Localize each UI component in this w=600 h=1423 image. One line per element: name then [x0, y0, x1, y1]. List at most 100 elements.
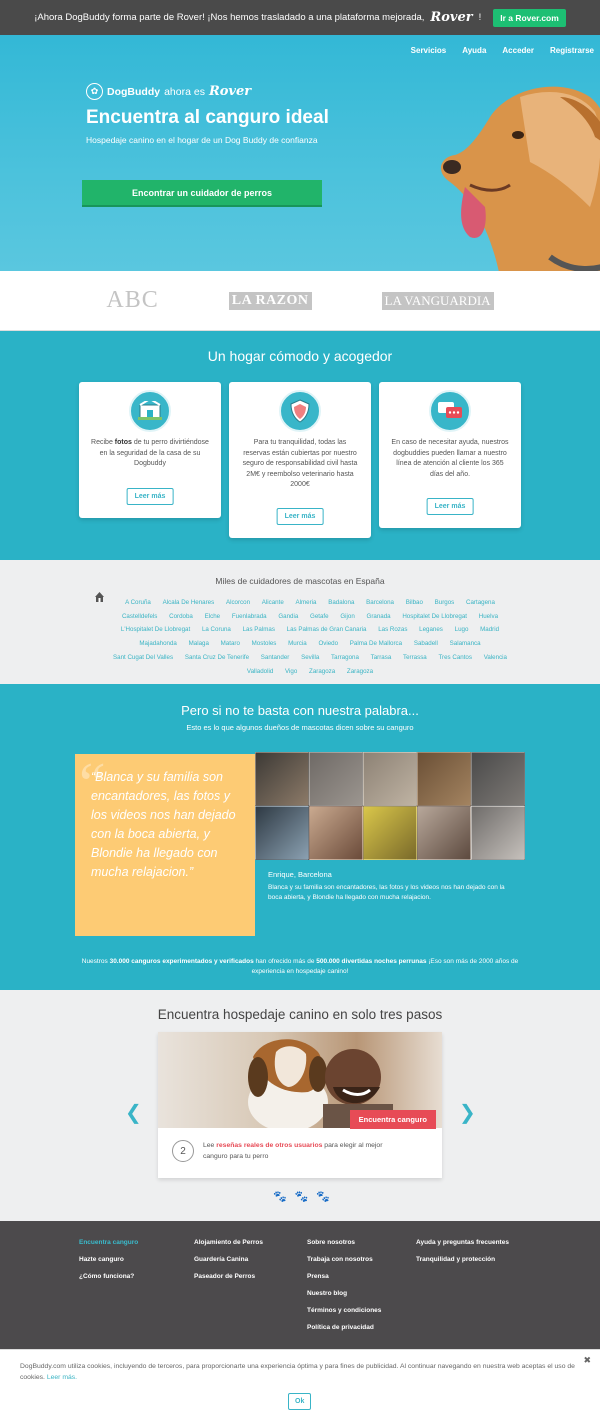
city-link[interactable]: Santa Cruz De Tenerife [185, 654, 249, 661]
city-link[interactable]: Las Palmas de Gran Canaria [287, 626, 367, 633]
city-link[interactable]: Salamanca [450, 640, 481, 647]
nav-acceder[interactable]: Acceder [502, 46, 534, 55]
footer-link-boarding[interactable]: Alojamiento de Perros [194, 1239, 263, 1256]
city-link[interactable]: Castelldefels [122, 613, 157, 620]
nav-registrarse[interactable]: Registrarse [550, 46, 594, 55]
brand-name: DogBuddy [107, 85, 161, 98]
city-link[interactable]: Vigo [285, 668, 297, 675]
city-link[interactable]: Malaga [189, 640, 209, 647]
city-link[interactable]: Alcorcon [226, 599, 250, 606]
feature-text-insurance: Para tu tranquilidad, todas las reservas… [242, 439, 358, 488]
city-link[interactable]: Lugo [455, 626, 469, 633]
paw-dot-icon[interactable]: 🐾 [316, 1190, 330, 1203]
city-link[interactable]: Gijon [340, 613, 354, 620]
customer-photo[interactable] [417, 806, 471, 860]
city-link[interactable]: Alicante [262, 599, 284, 606]
close-icon[interactable]: ✖ [583, 1355, 591, 1366]
customer-photo[interactable] [363, 752, 417, 806]
footer-link-terms[interactable]: Términos y condiciones [307, 1307, 381, 1324]
notice-text: ¡Ahora DogBuddy forma parte de Rover! ¡N… [34, 12, 425, 23]
city-link[interactable]: Murcia [288, 640, 307, 647]
customer-photo[interactable] [471, 806, 525, 860]
dogbuddy-logo-icon: ✿ [86, 83, 103, 100]
customer-photo[interactable] [309, 752, 363, 806]
footer-link-blog[interactable]: Nuestro blog [307, 1290, 381, 1307]
city-link[interactable]: Fuenlabrada [232, 613, 267, 620]
city-link[interactable]: Mostoles [252, 640, 277, 647]
city-link[interactable]: Zaragoza [309, 668, 335, 675]
city-link[interactable]: Gandia [278, 613, 298, 620]
paw-dot-active-icon[interactable]: 🐾 [295, 1190, 309, 1203]
brand-logo[interactable]: ✿ DogBuddy ahora es Rover [86, 83, 251, 100]
city-link[interactable]: Almeria [296, 599, 317, 606]
footer-link-become[interactable]: Hazte canguro [79, 1256, 138, 1273]
footer-link-about[interactable]: Sobre nosotros [307, 1239, 381, 1256]
city-link[interactable]: Granada [367, 613, 391, 620]
city-link[interactable]: Valladolid [247, 668, 273, 675]
city-link[interactable]: Sant Cugat Del Valles [113, 654, 173, 661]
notice-suffix: ! [478, 12, 482, 23]
city-link[interactable]: La Coruna [202, 626, 231, 633]
find-sitter-button[interactable]: Encontrar un cuidador de perros [82, 180, 322, 207]
customer-photo[interactable] [471, 752, 525, 806]
read-more-button[interactable]: Leer más [126, 488, 174, 505]
customer-photo[interactable] [417, 752, 471, 806]
customer-photo[interactable] [255, 752, 309, 806]
read-more-button[interactable]: Leer más [276, 508, 324, 525]
city-link[interactable]: Huelva [479, 613, 498, 620]
footer-link-daycare[interactable]: Guardería Canina [194, 1256, 263, 1273]
city-link[interactable]: Elche [205, 613, 220, 620]
cookie-ok-button[interactable]: Ok [288, 1393, 312, 1410]
city-link[interactable]: Valencia [484, 654, 507, 661]
top-nav: Servicios Ayuda Acceder Registrarse [411, 46, 594, 55]
carousel-next-arrow[interactable]: ❯ [459, 1100, 476, 1125]
city-link[interactable]: Sevilla [301, 654, 319, 661]
customer-photo[interactable] [255, 806, 309, 860]
paw-dot-icon[interactable]: 🐾 [273, 1190, 287, 1203]
carousel-prev-arrow[interactable]: ❮ [125, 1100, 142, 1125]
city-link[interactable]: Cordoba [169, 613, 193, 620]
city-link[interactable]: Palma De Mallorca [350, 640, 402, 647]
city-link[interactable]: Las Rozas [378, 626, 407, 633]
city-link[interactable]: Barcelona [366, 599, 394, 606]
go-to-rover-button[interactable]: Ir a Rover.com [493, 8, 566, 27]
city-link[interactable]: Tarrasa [371, 654, 392, 661]
city-link[interactable]: Leganes [419, 626, 443, 633]
read-more-button[interactable]: Leer más [426, 498, 474, 515]
city-link[interactable]: Zaragoza [347, 668, 373, 675]
footer-link-press[interactable]: Prensa [307, 1273, 381, 1290]
nav-ayuda[interactable]: Ayuda [462, 46, 486, 55]
city-link[interactable]: Las Palmas [243, 626, 275, 633]
footer-link-protection[interactable]: Tranquilidad y protección [416, 1256, 509, 1273]
footer-link-privacy[interactable]: Política de privacidad [307, 1324, 381, 1341]
city-link[interactable]: Tres Cantos [438, 654, 471, 661]
footer-link-how[interactable]: ¿Cómo funciona? [79, 1273, 138, 1290]
city-link[interactable]: Majadahonda [139, 640, 177, 647]
city-link[interactable]: Hospitalet De Llobregat [402, 613, 467, 620]
footer-link-help[interactable]: Ayuda y preguntas frecuentes [416, 1239, 509, 1256]
footer-link-jobs[interactable]: Trabaja con nosotros [307, 1256, 381, 1273]
city-link[interactable]: Santander [261, 654, 290, 661]
city-link[interactable]: Oviedo [318, 640, 338, 647]
brand-mid: ahora es [164, 85, 205, 98]
nav-servicios[interactable]: Servicios [411, 46, 447, 55]
cookie-read-more-link[interactable]: Leer más. [47, 1374, 77, 1381]
find-sitter-step-button[interactable]: Encuentra canguro [349, 1110, 436, 1129]
city-link[interactable]: Burgos [435, 599, 455, 606]
city-link[interactable]: Bilbao [406, 599, 423, 606]
city-link[interactable]: Sabadell [414, 640, 438, 647]
customer-photo[interactable] [309, 806, 363, 860]
footer-link-find[interactable]: Encuentra canguro [79, 1239, 138, 1256]
customer-photo[interactable] [363, 806, 417, 860]
city-link[interactable]: Madrid [480, 626, 499, 633]
city-link[interactable]: Badalona [328, 599, 354, 606]
city-link[interactable]: Getafe [310, 613, 329, 620]
city-link[interactable]: L'Hospitalet De Llobregat [121, 626, 190, 633]
city-link[interactable]: Alcala De Henares [163, 599, 215, 606]
city-link[interactable]: Tarragona [331, 654, 359, 661]
city-link[interactable]: Cartagena [466, 599, 495, 606]
footer-link-walker[interactable]: Paseador de Perros [194, 1273, 263, 1290]
city-link[interactable]: A Coruña [125, 599, 151, 606]
city-link[interactable]: Terrassa [403, 654, 427, 661]
city-link[interactable]: Mataro [221, 640, 240, 647]
